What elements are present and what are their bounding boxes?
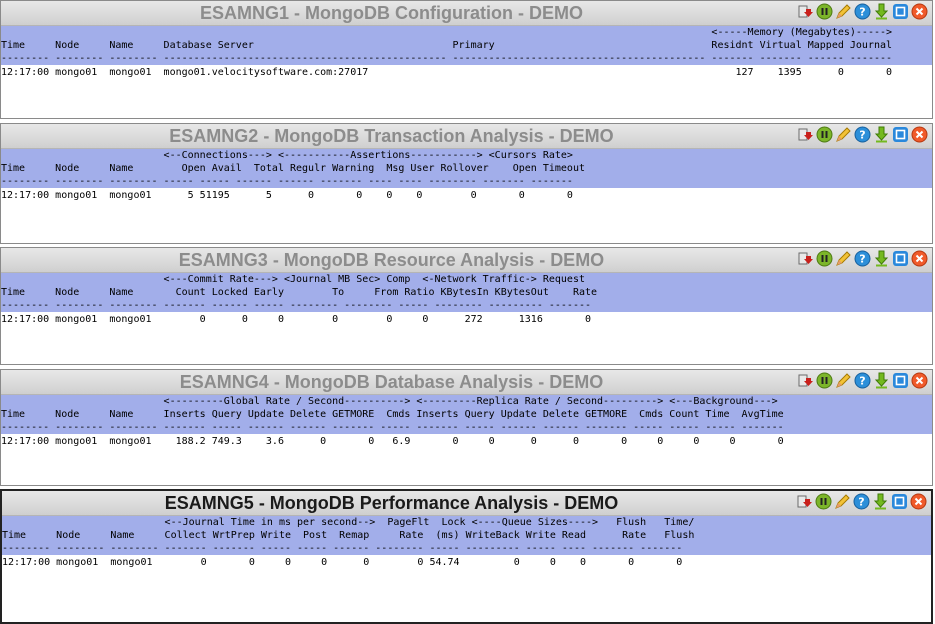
table-body: 12:17:00 mongo01 mongo01 188.2 749.3 3.6… xyxy=(1,434,932,448)
edit-icon[interactable] xyxy=(835,3,852,20)
panel-titlebar: ESAMNG2 - MongoDB Transaction Analysis -… xyxy=(1,124,932,149)
svg-text:?: ? xyxy=(859,6,865,19)
panel-esamng5: ESAMNG5 - MongoDB Performance Analysis -… xyxy=(0,489,933,624)
maximize-icon[interactable] xyxy=(891,493,908,510)
maximize-icon[interactable] xyxy=(892,3,909,20)
svg-text:?: ? xyxy=(859,375,865,388)
table-row: 12:17:00 mongo01 mongo01 0 0 0 0 0 0 272… xyxy=(1,314,592,325)
help-icon[interactable]: ? xyxy=(854,126,871,143)
svg-text:?: ? xyxy=(859,129,865,142)
table-row: 12:17:00 mongo01 mongo01 mongo01.velocit… xyxy=(1,67,893,78)
table-row: 12:17:00 mongo01 mongo01 0 0 0 0 0 0 54.… xyxy=(2,557,683,568)
table-header: <--Connections---> <-----------Assertion… xyxy=(1,149,932,188)
download-icon[interactable] xyxy=(873,250,890,267)
header-line: Time Node Name Count Locked Early To Fro… xyxy=(1,287,598,298)
table-header: <-----Memory (Megabytes)-----> Time Node… xyxy=(1,26,932,65)
header-line: <--Journal Time in ms per second--> Page… xyxy=(2,517,695,528)
header-line: Time Node Name Collect WrtPrep Write Pos… xyxy=(2,530,695,541)
edit-icon[interactable] xyxy=(834,493,851,510)
export-icon[interactable] xyxy=(797,250,814,267)
panel-toolbar: ? xyxy=(797,3,928,20)
help-icon[interactable]: ? xyxy=(854,372,871,389)
header-line: -------- -------- -------- -------------… xyxy=(1,53,893,64)
download-icon[interactable] xyxy=(873,126,890,143)
edit-icon[interactable] xyxy=(835,126,852,143)
header-line: <--Connections---> <-----------Assertion… xyxy=(1,150,573,161)
maximize-icon[interactable] xyxy=(892,372,909,389)
header-line: -------- -------- -------- ------- -----… xyxy=(1,422,784,433)
export-icon[interactable] xyxy=(796,493,813,510)
table-row: 12:17:00 mongo01 mongo01 5 51195 5 0 0 0… xyxy=(1,190,573,201)
download-icon[interactable] xyxy=(873,3,890,20)
header-line: <---Commit Rate---> <Journal MB Sec> Com… xyxy=(1,274,585,285)
table-body: 12:17:00 mongo01 mongo01 5 51195 5 0 0 0… xyxy=(1,188,932,202)
panel-esamng3: ESAMNG3 - MongoDB Resource Analysis - DE… xyxy=(0,247,933,365)
panel-titlebar: ESAMNG3 - MongoDB Resource Analysis - DE… xyxy=(1,248,932,273)
header-line: -------- -------- -------- ------- -----… xyxy=(1,300,592,311)
pause-icon[interactable] xyxy=(816,372,833,389)
table-body: 12:17:00 mongo01 mongo01 0 0 0 0 0 0 54.… xyxy=(2,555,931,569)
help-icon[interactable]: ? xyxy=(854,3,871,20)
header-line: <---------Global Rate / Second----------… xyxy=(1,396,778,407)
panel-title: ESAMNG1 - MongoDB Configuration - DEMO xyxy=(200,3,583,23)
header-line: <-----Memory (Megabytes)-----> xyxy=(1,27,893,38)
table-body: 12:17:00 mongo01 mongo01 mongo01.velocit… xyxy=(1,65,932,79)
close-icon[interactable] xyxy=(911,250,928,267)
table-header: <---------Global Rate / Second----------… xyxy=(1,395,932,434)
header-line: Time Node Name Inserts Query Update Dele… xyxy=(1,409,784,420)
panel-esamng4: ESAMNG4 - MongoDB Database Analysis - DE… xyxy=(0,369,933,486)
edit-icon[interactable] xyxy=(835,372,852,389)
header-line: Time Node Name Open Avail Total Regulr W… xyxy=(1,163,585,174)
table-body: 12:17:00 mongo01 mongo01 0 0 0 0 0 0 272… xyxy=(1,312,932,326)
maximize-icon[interactable] xyxy=(892,126,909,143)
panel-esamng1: ESAMNG1 - MongoDB Configuration - DEMO ? xyxy=(0,0,933,119)
table-row: 12:17:00 mongo01 mongo01 188.2 749.3 3.6… xyxy=(1,436,784,447)
panel-title: ESAMNG4 - MongoDB Database Analysis - DE… xyxy=(179,372,604,392)
download-icon[interactable] xyxy=(872,493,889,510)
header-line: Time Node Name Database Server Primary R… xyxy=(1,40,893,51)
edit-icon[interactable] xyxy=(835,250,852,267)
table-header: <--Journal Time in ms per second--> Page… xyxy=(2,516,931,555)
close-icon[interactable] xyxy=(911,3,928,20)
table-header: <---Commit Rate---> <Journal MB Sec> Com… xyxy=(1,273,932,312)
download-icon[interactable] xyxy=(873,372,890,389)
pause-icon[interactable] xyxy=(816,250,833,267)
panel-titlebar: ESAMNG5 - MongoDB Performance Analysis -… xyxy=(2,491,931,516)
pause-icon[interactable] xyxy=(815,493,832,510)
export-icon[interactable] xyxy=(797,126,814,143)
pause-icon[interactable] xyxy=(816,3,833,20)
export-icon[interactable] xyxy=(797,372,814,389)
pause-icon[interactable] xyxy=(816,126,833,143)
export-icon[interactable] xyxy=(797,3,814,20)
header-line: -------- -------- -------- ------- -----… xyxy=(2,543,683,554)
panel-title: ESAMNG2 - MongoDB Transaction Analysis -… xyxy=(169,126,614,146)
maximize-icon[interactable] xyxy=(892,250,909,267)
panel-toolbar: ? xyxy=(796,493,927,510)
close-icon[interactable] xyxy=(911,372,928,389)
panel-title: ESAMNG5 - MongoDB Performance Analysis -… xyxy=(164,493,619,513)
close-icon[interactable] xyxy=(911,126,928,143)
panel-toolbar: ? xyxy=(797,372,928,389)
panel-toolbar: ? xyxy=(797,126,928,143)
header-line: -------- -------- -------- ----- ----- -… xyxy=(1,176,573,187)
panel-titlebar: ESAMNG4 - MongoDB Database Analysis - DE… xyxy=(1,370,932,395)
panel-esamng2: ESAMNG2 - MongoDB Transaction Analysis -… xyxy=(0,123,933,244)
help-icon[interactable]: ? xyxy=(853,493,870,510)
panel-toolbar: ? xyxy=(797,250,928,267)
svg-text:?: ? xyxy=(859,253,865,266)
svg-text:?: ? xyxy=(858,496,864,509)
panel-title: ESAMNG3 - MongoDB Resource Analysis - DE… xyxy=(178,250,605,270)
panel-titlebar: ESAMNG1 - MongoDB Configuration - DEMO ? xyxy=(1,1,932,26)
close-icon[interactable] xyxy=(910,493,927,510)
help-icon[interactable]: ? xyxy=(854,250,871,267)
